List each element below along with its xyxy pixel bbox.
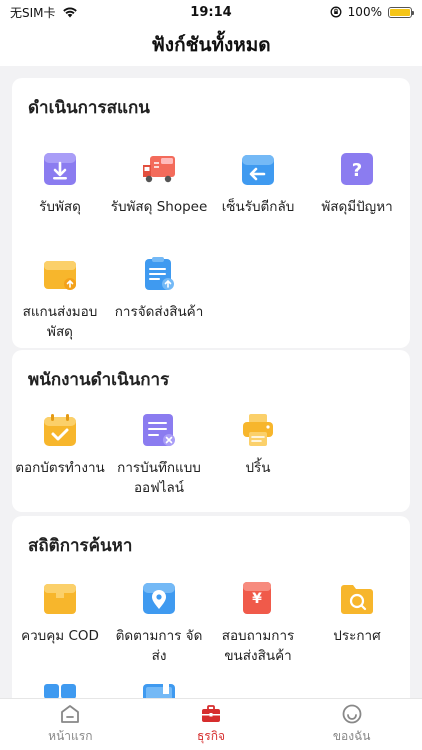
- functions-list[interactable]: ดำเนินการสแกน รับพัสดุ รับพัสดุ Shopee เ…: [0, 66, 422, 698]
- status-time: 19:14: [190, 4, 232, 20]
- smiley-icon: [341, 703, 363, 725]
- page-title: ฟังก์ชันทั้งหมด: [151, 34, 271, 56]
- briefcase-icon: [200, 703, 222, 725]
- func-return-sign[interactable]: เซ็นรับตีกลับ: [208, 151, 308, 217]
- delivery-clipboard-icon: [141, 256, 177, 292]
- page-header: ฟังก์ชันทั้งหมด: [0, 24, 422, 66]
- image-card-icon: [141, 682, 177, 698]
- func-label: ติดตามการ จัดส่ง: [115, 628, 203, 664]
- tab-business[interactable]: ธุรกิจ: [141, 703, 281, 746]
- section-query-statistics: สถิติการค้นหา ควบคุม COD ติดตามการ จัดส่…: [12, 516, 410, 698]
- func-delivery[interactable]: การจัดส่งสินค้า: [109, 256, 209, 322]
- section-scan-operations: ดำเนินการสแกน รับพัสดุ รับพัสดุ Shopee เ…: [12, 78, 410, 348]
- tab-label: หน้าแรก: [48, 729, 93, 743]
- status-bar: 无SIM卡 19:14 100%: [0, 0, 422, 24]
- func-announcement[interactable]: ประกาศ: [307, 580, 407, 646]
- func-label: ควบคุม COD: [21, 628, 99, 644]
- svg-text:?: ?: [352, 160, 362, 181]
- func-clock-in[interactable]: ตอกบัตรทำงาน: [10, 412, 110, 478]
- func-label: เซ็นรับตีกลับ: [221, 199, 295, 215]
- func-cod-control[interactable]: ควบคุม COD: [10, 580, 110, 646]
- bottom-tab-bar: หน้าแรก ธุรกิจ ของฉัน: [0, 698, 422, 750]
- status-right: 100%: [272, 5, 414, 19]
- func-handover-scan[interactable]: สแกนส่งมอบพัสดุ: [10, 256, 110, 342]
- func-tracking[interactable]: ติดตามการ จัดส่ง: [109, 580, 209, 666]
- func-receive-parcel[interactable]: รับพัสดุ: [10, 151, 110, 217]
- func-more-2[interactable]: [109, 682, 209, 698]
- announcement-folder-icon: [339, 580, 375, 616]
- status-left: 无SIM卡: [10, 4, 150, 21]
- func-label: สแกนส่งมอบพัสดุ: [22, 304, 98, 340]
- orientation-lock-icon: [330, 6, 342, 18]
- carrier-label: 无SIM卡: [10, 5, 56, 20]
- func-label: รับพัสดุ: [39, 199, 81, 215]
- return-sign-icon: [240, 151, 276, 187]
- func-label: การบันทึกแบบ ออฟไลน์: [117, 460, 201, 496]
- func-label: ประกาศ: [333, 628, 381, 644]
- cod-box-icon: [42, 580, 78, 616]
- func-problem-parcel[interactable]: ? พัสดุมีปัญหา: [307, 151, 407, 217]
- handover-scan-icon: [42, 256, 78, 292]
- tab-label: ธุรกิจ: [196, 729, 226, 743]
- printer-icon: [240, 412, 276, 448]
- func-receive-shopee[interactable]: รับพัสดุ Shopee: [109, 151, 209, 217]
- func-label: สอบถามการ ขนส่งสินค้า: [221, 628, 295, 664]
- svg-text:¥: ¥: [252, 591, 262, 607]
- offline-record-icon: [141, 412, 177, 448]
- func-more-1[interactable]: [10, 682, 110, 698]
- grid-app-icon: [42, 682, 78, 698]
- func-label: พัสดุมีปัญหา: [321, 199, 393, 215]
- receive-parcel-icon: [42, 151, 78, 187]
- func-label: ตอกบัตรทำงาน: [15, 460, 105, 476]
- home-icon: [59, 703, 81, 725]
- yen-document-icon: ¥: [240, 580, 276, 616]
- shopee-truck-icon: [141, 151, 177, 187]
- section-title: พนักงานดำเนินการ: [28, 370, 170, 390]
- func-shipping-inquiry[interactable]: ¥ สอบถามการ ขนส่งสินค้า: [208, 580, 308, 666]
- tracking-location-icon: [141, 580, 177, 616]
- problem-parcel-icon: ?: [339, 151, 375, 187]
- func-label: การจัดส่งสินค้า: [114, 304, 204, 320]
- section-title: ดำเนินการสแกน: [28, 98, 150, 118]
- battery-icon: [387, 6, 414, 18]
- func-label: รับพัสดุ Shopee: [110, 199, 208, 215]
- wifi-icon: [62, 7, 77, 18]
- func-label: ปริ้น: [245, 460, 271, 476]
- func-offline-record[interactable]: การบันทึกแบบ ออฟไลน์: [109, 412, 209, 498]
- tab-profile[interactable]: ของฉัน: [282, 703, 422, 746]
- battery-percent: 100%: [347, 5, 382, 19]
- tab-label: ของฉัน: [332, 729, 371, 743]
- clock-in-calendar-icon: [42, 412, 78, 448]
- section-staff-operations: พนักงานดำเนินการ ตอกบัตรทำงาน การบันทึกแ…: [12, 350, 410, 512]
- func-print[interactable]: ปริ้น: [208, 412, 308, 478]
- tab-home[interactable]: หน้าแรก: [0, 703, 140, 746]
- section-title: สถิติการค้นหา: [28, 536, 133, 556]
